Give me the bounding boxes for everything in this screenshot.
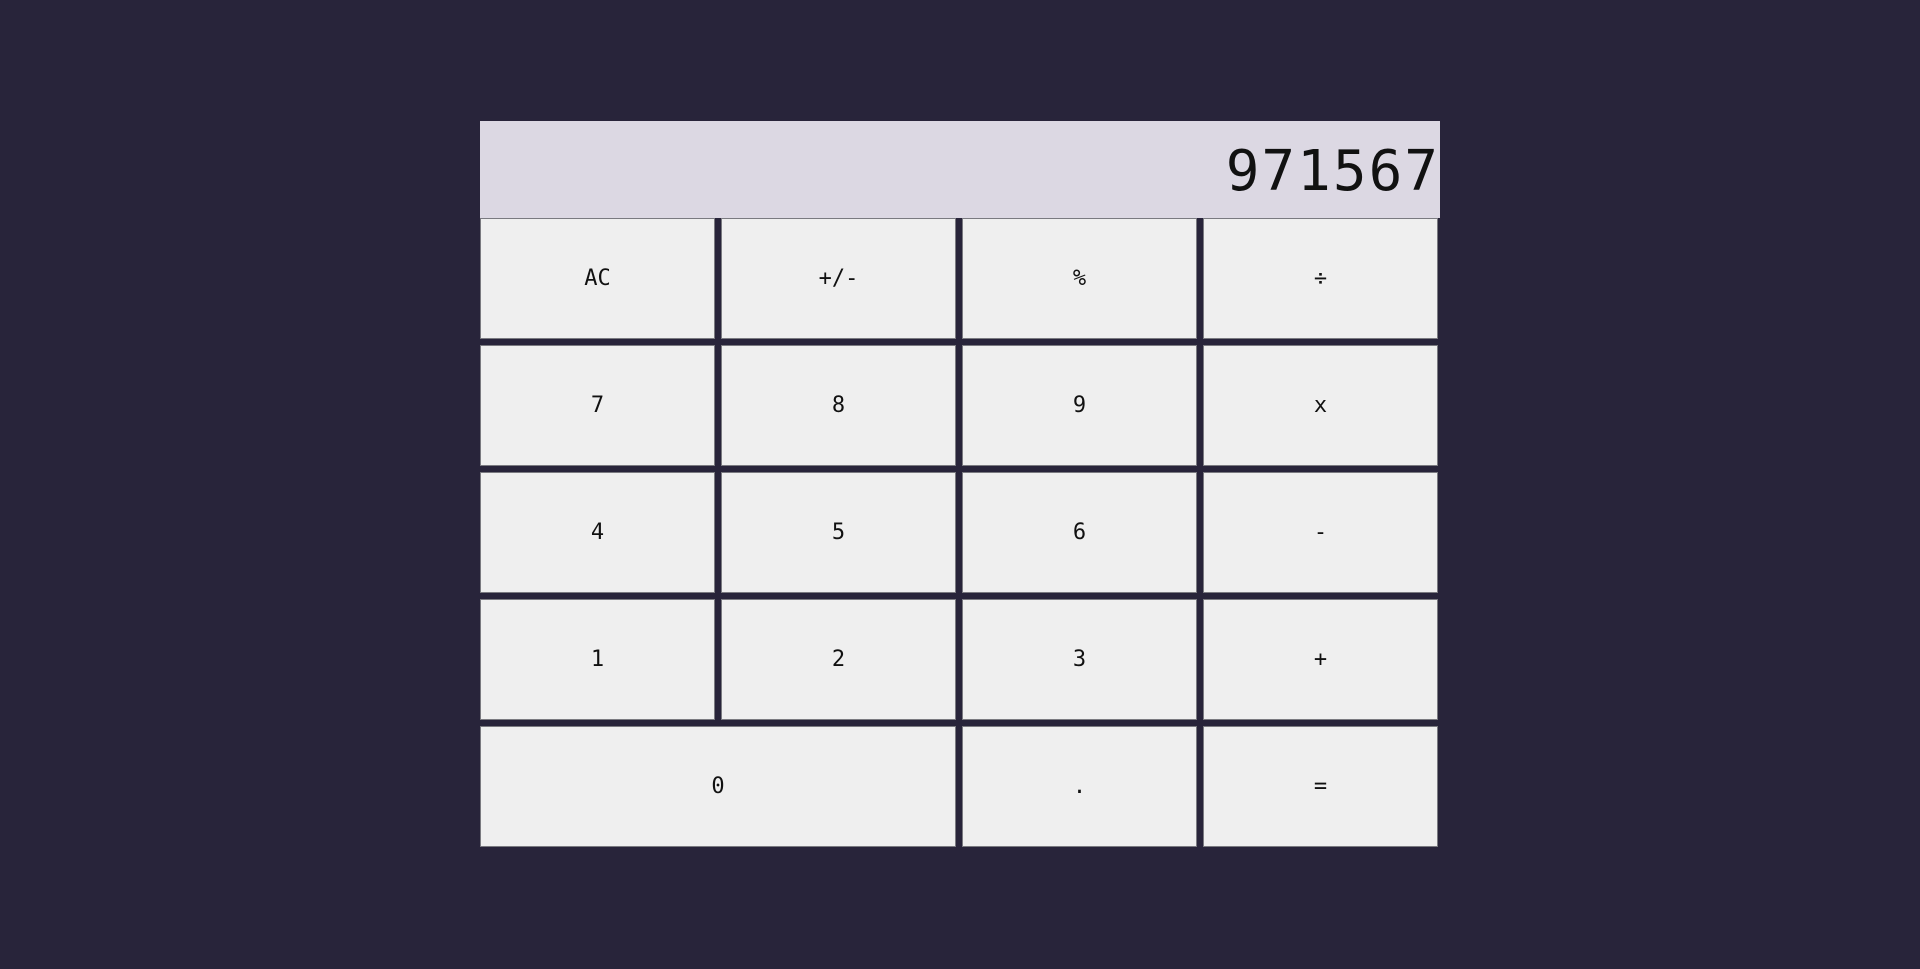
digit-1-button[interactable]: 1: [480, 599, 715, 720]
divide-button[interactable]: ÷: [1203, 218, 1438, 339]
digit-8-button[interactable]: 8: [721, 345, 956, 466]
multiply-button[interactable]: x: [1203, 345, 1438, 466]
calculator: 971567 AC +/- % ÷ 7 8 9 x 4 5 6 - 1 2 3 …: [480, 121, 1440, 847]
display-value: 971567: [1225, 138, 1440, 204]
digit-4-button[interactable]: 4: [480, 472, 715, 593]
keypad: AC +/- % ÷ 7 8 9 x 4 5 6 - 1 2 3 + 0 . =: [480, 218, 1440, 847]
percent-button[interactable]: %: [962, 218, 1197, 339]
all-clear-button[interactable]: AC: [480, 218, 715, 339]
toggle-sign-button[interactable]: +/-: [721, 218, 956, 339]
digit-9-button[interactable]: 9: [962, 345, 1197, 466]
subtract-button[interactable]: -: [1203, 472, 1438, 593]
digit-3-button[interactable]: 3: [962, 599, 1197, 720]
digit-2-button[interactable]: 2: [721, 599, 956, 720]
digit-0-button[interactable]: 0: [480, 726, 956, 847]
digit-5-button[interactable]: 5: [721, 472, 956, 593]
digit-6-button[interactable]: 6: [962, 472, 1197, 593]
decimal-button[interactable]: .: [962, 726, 1197, 847]
digit-7-button[interactable]: 7: [480, 345, 715, 466]
add-button[interactable]: +: [1203, 599, 1438, 720]
display: 971567: [480, 121, 1440, 218]
equals-button[interactable]: =: [1203, 726, 1438, 847]
